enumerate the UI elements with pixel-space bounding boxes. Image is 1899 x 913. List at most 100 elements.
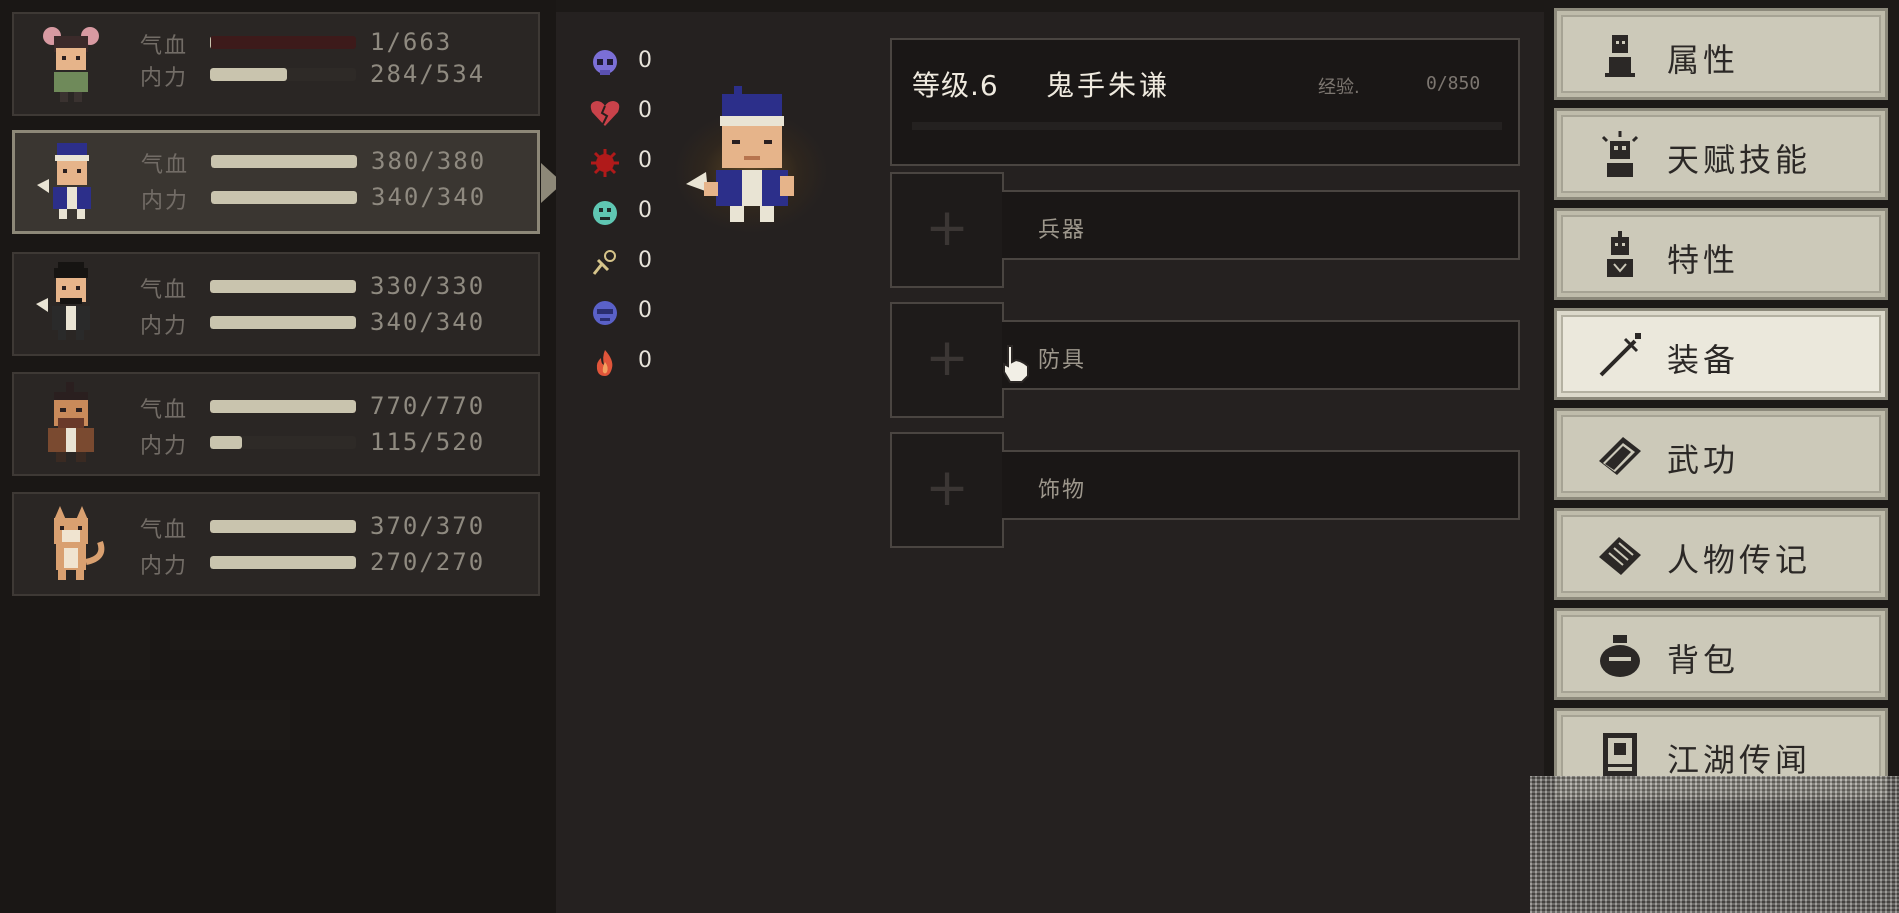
resistance-row: 0 — [588, 198, 668, 228]
faded-background-emblem — [80, 620, 290, 750]
mp-label: 内力 — [141, 189, 190, 214]
mp-bar-fill — [211, 191, 357, 204]
add-icon: + — [925, 328, 969, 388]
character-portrait — [43, 27, 99, 102]
level-label: 等级.6 — [912, 69, 999, 102]
equip-slot-label: 兵器 — [1038, 218, 1087, 243]
hp-value: 1/663 — [370, 28, 453, 56]
hp-label: 气血 — [140, 518, 189, 543]
hp-bar — [210, 520, 356, 533]
equip-slot-armor[interactable]: + 防具 — [890, 302, 1520, 418]
mp-value: 284/534 — [370, 60, 486, 88]
equip-slot-label-box[interactable]: 防具 — [1002, 320, 1520, 390]
hp-bar — [211, 155, 357, 168]
equip-slot-weapon[interactable]: + 兵器 — [890, 172, 1520, 288]
party-member-card-selected[interactable]: 气血 380/380 内力 340/340 — [12, 130, 563, 234]
menu-label: 江湖传闻 — [1667, 741, 1812, 779]
broken-heart-icon — [590, 101, 620, 126]
menu-button-attributes[interactable]: 属性 — [1554, 8, 1888, 100]
mp-bar — [210, 436, 356, 449]
resistance-value: 0 — [638, 198, 652, 223]
add-icon: + — [925, 198, 969, 258]
hp-bar-fill — [210, 400, 356, 413]
character-info-box: 等级.6 鬼手朱谦 经验. 0/850 — [890, 38, 1520, 166]
fire-icon — [596, 350, 613, 376]
mp-bar-fill — [210, 436, 243, 449]
bag-icon — [1600, 635, 1640, 677]
menu-button-equipment[interactable]: 装备 — [1554, 308, 1888, 400]
equip-slot-label: 饰物 — [1038, 478, 1087, 503]
resistance-row: 0 — [588, 148, 668, 178]
scroll-icon — [1599, 537, 1641, 575]
equip-slot-label-box[interactable]: 饰物 — [1002, 450, 1520, 520]
character-portrait — [37, 143, 91, 219]
exp-bar — [912, 122, 1502, 130]
blue-face-icon — [593, 301, 617, 325]
equip-slot-label-box[interactable]: 兵器 — [1002, 190, 1520, 260]
character-sprite — [676, 72, 836, 252]
party-member-card[interactable]: 气血 330/330 内力 340/340 — [12, 252, 540, 356]
mp-label: 内力 — [140, 434, 189, 459]
menu-button-inventory[interactable]: 背包 — [1554, 608, 1888, 700]
menu-label: 属性 — [1667, 41, 1740, 79]
notice-icon — [1603, 733, 1637, 777]
hp-value: 330/330 — [370, 272, 486, 300]
resistance-row: 0 — [588, 98, 668, 128]
menu-label: 人物传记 — [1667, 541, 1812, 579]
menu-label: 特性 — [1667, 241, 1740, 279]
menu-label: 装备 — [1667, 341, 1740, 379]
exp-label: 经验. — [1318, 77, 1360, 98]
mp-label: 内力 — [140, 314, 189, 339]
resistance-value: 0 — [638, 148, 652, 173]
resistance-value: 0 — [638, 48, 652, 73]
hp-label: 气血 — [141, 153, 190, 178]
video-noise-overlay — [1530, 776, 1899, 913]
exp-value: 0/850 — [1426, 73, 1481, 94]
party-member-card[interactable]: 气血 770/770 内力 115/520 — [12, 372, 540, 476]
book-icon — [1599, 437, 1641, 475]
mp-bar-fill — [210, 556, 356, 569]
menu-button-traits[interactable]: 特性 — [1554, 208, 1888, 300]
hp-label: 气血 — [140, 398, 189, 423]
sword-icon — [1599, 333, 1641, 377]
resistance-row: 0 — [588, 348, 668, 378]
red-burst-icon — [591, 149, 619, 177]
mp-bar — [210, 556, 356, 569]
menu-button-martial-arts[interactable]: 武功 — [1554, 408, 1888, 500]
mp-value: 270/270 — [370, 548, 486, 576]
equip-slot-label: 防具 — [1038, 348, 1087, 373]
equip-slot-icon-box[interactable]: + — [890, 432, 1004, 548]
equip-slot-icon-box[interactable]: + — [890, 302, 1004, 418]
hand-cursor-icon — [1003, 345, 1029, 383]
party-member-card[interactable]: 气血 370/370 内力 270/270 — [12, 492, 540, 596]
mp-label: 内力 — [140, 66, 189, 91]
party-member-card[interactable]: 气血 1/663 内力 284/534 — [12, 12, 540, 116]
mp-bar — [210, 316, 356, 329]
resistance-row: 0 — [588, 298, 668, 328]
resistance-value: 0 — [638, 298, 652, 323]
hp-value: 370/370 — [370, 512, 486, 540]
mp-value: 340/340 — [371, 183, 487, 211]
hp-bar-fill — [210, 280, 356, 293]
equip-slot-accessory[interactable]: + 饰物 — [890, 432, 1520, 548]
hp-bar — [210, 36, 356, 49]
equip-slot-icon-box[interactable]: + — [890, 172, 1004, 288]
resistance-value: 0 — [638, 98, 652, 123]
character-detail-panel: 0 0 0 0 0 0 0 等级.6 鬼手朱谦 经验. 0/850 + 兵器 +… — [556, 12, 1544, 913]
resistance-value: 0 — [638, 348, 652, 373]
resistance-row: 0 — [588, 248, 668, 278]
hp-bar-fill — [211, 155, 357, 168]
resistance-value: 0 — [638, 248, 652, 273]
skull-icon — [593, 50, 617, 75]
party-panel: 气血 1/663 内力 284/534 气血 380/380 内力 340/34… — [0, 0, 563, 913]
mp-label: 内力 — [140, 554, 189, 579]
dizzy-icon — [592, 250, 616, 275]
character-figure — [686, 86, 794, 222]
menu-button-biography[interactable]: 人物传记 — [1554, 508, 1888, 600]
menu-button-talents[interactable]: 天赋技能 — [1554, 108, 1888, 200]
menu-label: 背包 — [1667, 641, 1740, 679]
menu-label: 天赋技能 — [1667, 141, 1812, 179]
trait-icon — [1607, 231, 1633, 277]
hp-label: 气血 — [140, 278, 189, 303]
hp-label: 气血 — [140, 34, 189, 59]
